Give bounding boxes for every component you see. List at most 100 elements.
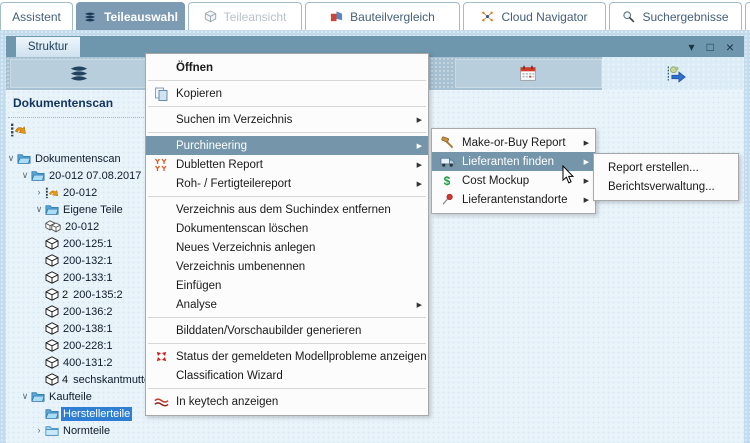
menu-item-dubletten-report[interactable]: Dubletten Report ▶ bbox=[146, 155, 428, 174]
menu-item-neues-verzeichnis-anlegen[interactable]: Neues Verzeichnis anlegen bbox=[146, 238, 428, 257]
menu-separator bbox=[148, 196, 426, 197]
menu-item-analyse[interactable]: Analyse ▶ bbox=[146, 295, 428, 314]
tree-item-part[interactable]: 400-131:2 bbox=[6, 354, 115, 371]
tree-item-part[interactable]: 200-125:1 bbox=[6, 235, 115, 252]
tab-assistent[interactable]: Assistent bbox=[0, 2, 73, 30]
panel-window-controls: ▾ □ × bbox=[689, 36, 734, 57]
mouse-cursor bbox=[562, 165, 574, 184]
chevron-down-icon[interactable]: ∨ bbox=[6, 154, 16, 163]
tree-item-part[interactable]: 20-012 bbox=[6, 218, 101, 235]
tree-item-part[interactable]: 200-133:1 bbox=[6, 269, 115, 286]
tree-item-part[interactable]: 2 200-135:2 bbox=[6, 286, 125, 303]
cube-icon bbox=[45, 254, 59, 267]
dollar-icon: $ bbox=[437, 175, 457, 187]
tree-item-label: 200-125:1 bbox=[61, 237, 115, 251]
menu-item-verzeichnis-suchindex-entfernen[interactable]: Verzeichnis aus dem Suchindex entfernen bbox=[146, 200, 428, 219]
tab-teileansicht[interactable]: Teileansicht bbox=[188, 2, 302, 30]
part-compare-icon bbox=[330, 10, 343, 23]
chevron-down-icon[interactable]: ∨ bbox=[20, 392, 30, 401]
menu-separator bbox=[148, 80, 426, 81]
tab-label: Assistent bbox=[12, 10, 61, 24]
submenu-arrow-icon: ▶ bbox=[417, 180, 422, 188]
submenu-arrow-icon: ▶ bbox=[584, 139, 589, 147]
tree-item-label: 400-131:2 bbox=[61, 356, 115, 370]
tree-item-dokumentenscan[interactable]: ∨ Dokumentenscan bbox=[6, 150, 123, 167]
folder-open-icon bbox=[31, 169, 45, 182]
dropdown-caret-icon[interactable]: ▾ bbox=[689, 41, 695, 53]
tree-item-part[interactable]: 200-228:1 bbox=[6, 337, 115, 354]
tree-item-part[interactable]: 200-132:1 bbox=[6, 252, 115, 269]
chevron-down-icon[interactable]: ∨ bbox=[34, 205, 44, 214]
submenu-arrow-icon: ▶ bbox=[417, 142, 422, 150]
menu-item-verzeichnis-umbenennen[interactable]: Verzeichnis umbenennen bbox=[146, 257, 428, 276]
export-icon[interactable] bbox=[666, 64, 687, 83]
tree-item-label: 200-228:1 bbox=[61, 339, 115, 353]
tree-item-normteile[interactable]: › Normteile bbox=[6, 422, 112, 439]
tab-suchergebnisse[interactable]: Suchergebnisse bbox=[609, 2, 742, 30]
menu-separator bbox=[148, 343, 426, 344]
menu-item-oeffnen[interactable]: Öffnen bbox=[146, 58, 428, 77]
instance-count: 4 bbox=[62, 374, 68, 386]
tree-item-kaufteile[interactable]: ∨ Kaufteile bbox=[6, 388, 94, 405]
tree-item-part[interactable]: 4 sechskantmutter bbox=[6, 371, 156, 388]
tree-item-part[interactable]: 200-136:2 bbox=[6, 303, 115, 320]
tab-cloud-navigator[interactable]: Cloud Navigator bbox=[463, 2, 606, 30]
menu-item-berichtsverwaltung[interactable]: Berichtsverwaltung... bbox=[594, 177, 738, 196]
submenu-item-make-or-buy-report[interactable]: Make-or-Buy Report ▶ bbox=[432, 133, 595, 152]
tab-teileauswahl[interactable]: Teileauswahl bbox=[76, 2, 185, 30]
folder-open-icon bbox=[45, 407, 59, 420]
layers-icon bbox=[83, 11, 97, 23]
tree-item-label: Eigene Teile bbox=[61, 203, 125, 217]
search-icon bbox=[622, 10, 635, 23]
tree-item-herstellerteile[interactable]: Herstellerteile bbox=[6, 405, 132, 422]
tree-item-scan-folder[interactable]: ∨ 20-012 07.08.2017 13 bbox=[6, 167, 159, 184]
tab-partial-next[interactable] bbox=[745, 2, 750, 30]
menu-item-purchineering[interactable]: Purchineering ▶ bbox=[146, 136, 428, 155]
context-menu: Öffnen Kopieren Suchen im Verzeichnis ▶ … bbox=[145, 53, 429, 416]
tab-label: Bauteilvergleich bbox=[350, 10, 435, 24]
tree-item-20-012-import[interactable]: › 20-012 bbox=[6, 184, 99, 201]
tab-label: Teileauswahl bbox=[104, 10, 178, 24]
cube-icon bbox=[45, 271, 59, 284]
maximize-icon[interactable]: □ bbox=[707, 41, 714, 53]
tab-label: Teileansicht bbox=[224, 10, 287, 24]
chevron-right-icon[interactable]: › bbox=[34, 426, 44, 435]
assembly-cubes-icon bbox=[45, 220, 61, 233]
struktur-pane-tab[interactable]: Struktur bbox=[16, 37, 80, 57]
menu-item-classification-wizard[interactable]: Classification Wizard bbox=[146, 366, 428, 385]
tree-item-part[interactable]: 200-138:1 bbox=[6, 320, 115, 337]
menu-item-einfuegen[interactable]: Einfügen bbox=[146, 276, 428, 295]
menu-separator bbox=[148, 106, 426, 107]
submenu-item-lieferantenstandorte[interactable]: Lieferantenstandorte ▶ bbox=[432, 190, 595, 209]
submenu-arrow-icon: ▶ bbox=[584, 196, 589, 204]
tree-item-label: Normteile bbox=[61, 424, 112, 438]
menu-item-roh-fertigteilereport[interactable]: Roh- / Fertigteilereport ▶ bbox=[146, 174, 428, 193]
menu-item-status-modellprobleme[interactable]: Status der gemeldeten Modellprobleme anz… bbox=[146, 347, 428, 366]
menu-item-bilddaten-generieren[interactable]: Bilddaten/Vorschaubilder generieren bbox=[146, 321, 428, 340]
menu-item-kopieren[interactable]: Kopieren bbox=[146, 84, 428, 103]
folder-closed-icon bbox=[45, 424, 59, 437]
panel-title: Struktur bbox=[28, 41, 68, 53]
tree-item-label: 200-132:1 bbox=[61, 254, 115, 268]
main-tab-bar: Assistent Teileauswahl Teileansicht Baut… bbox=[0, 0, 750, 30]
tree-item-label-selected: Herstellerteile bbox=[61, 407, 132, 421]
tab-label: Cloud Navigator bbox=[501, 10, 587, 24]
scan-import-icon bbox=[45, 186, 59, 199]
tree-item-label: 200-135:2 bbox=[71, 288, 125, 302]
submenu-arrow-icon: ▶ bbox=[584, 177, 589, 185]
chevron-right-icon[interactable]: › bbox=[34, 188, 44, 197]
scan-import-icon[interactable] bbox=[10, 122, 27, 137]
tab-bauteilvergleich[interactable]: Bauteilvergleich bbox=[305, 2, 460, 30]
cube-icon bbox=[45, 322, 59, 335]
menu-item-dokumentenscan-loeschen[interactable]: Dokumentenscan löschen bbox=[146, 219, 428, 238]
close-icon[interactable]: × bbox=[726, 40, 734, 54]
layers-icon[interactable] bbox=[68, 64, 90, 83]
tree-item-label: 200-133:1 bbox=[61, 271, 115, 285]
tree-item-eigene-teile[interactable]: ∨ Eigene Teile bbox=[6, 201, 125, 218]
calendar-icon[interactable] bbox=[519, 64, 537, 82]
menu-item-in-keytech-anzeigen[interactable]: In keytech anzeigen bbox=[146, 392, 428, 411]
tab-label: Suchergebnisse bbox=[642, 10, 728, 24]
chevron-down-icon[interactable]: ∨ bbox=[20, 171, 30, 180]
menu-item-report-erstellen[interactable]: Report erstellen... bbox=[594, 158, 738, 177]
menu-item-suchen-im-verzeichnis[interactable]: Suchen im Verzeichnis ▶ bbox=[146, 110, 428, 129]
